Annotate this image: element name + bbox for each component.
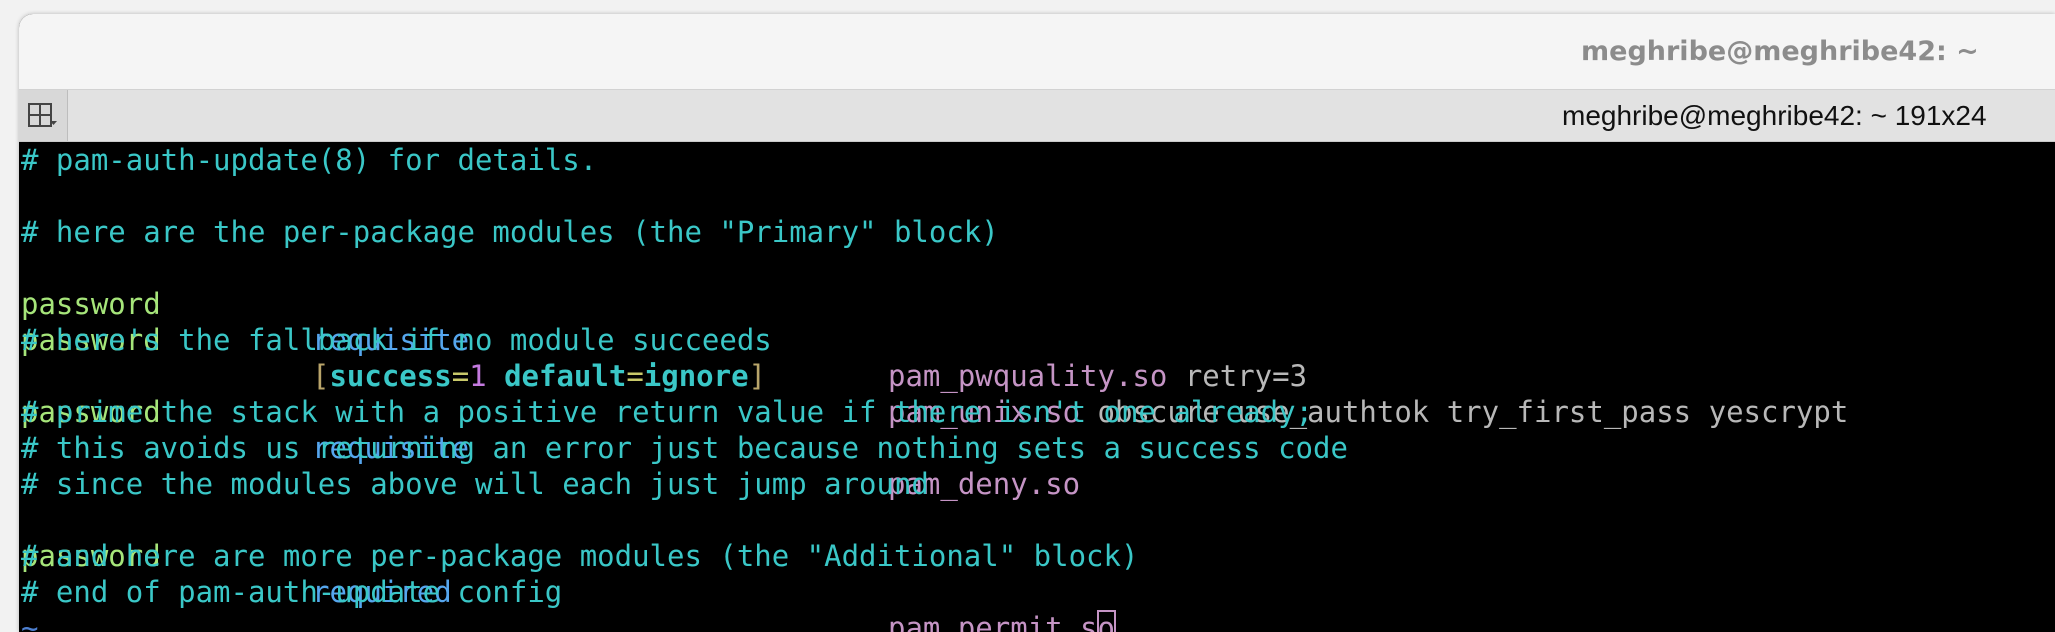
new-tab-button[interactable] [19, 90, 68, 141]
terminal-line: password required pam_permit.so [21, 502, 1117, 632]
empty-line-marker: ~ [21, 611, 39, 632]
tab-bar: meghribe@meghribe42: ~ 191x24 [19, 90, 2055, 142]
control-flag: [success=1 default=ignore] [312, 358, 766, 394]
terminal-window: meghribe@meghribe42: ~ meghribe@meghribe… [19, 14, 2055, 632]
equals-sign: = [451, 359, 470, 393]
window-titlebar[interactable]: meghribe@meghribe42: ~ [19, 14, 2055, 90]
module-name: pam_pwquality.so [888, 359, 1168, 393]
control-key: default [504, 359, 627, 393]
terminal-line: password requisite pam_pwquality.so retr… [21, 250, 1307, 393]
terminal-line: password requisite pam_deny.so [21, 358, 1080, 501]
terminal-line: # this avoids us returning an error just… [21, 431, 1348, 465]
module-name: pam_permit.s [888, 611, 1098, 632]
terminal-line: # end of pam-auth-update config [21, 575, 563, 609]
text-cursor: o [1096, 610, 1117, 632]
bracket-close: ] [748, 359, 767, 393]
terminal-content[interactable]: # pam-auth-update(8) for details. # here… [19, 142, 2055, 632]
terminal-line: # pam-auth-update(8) for details. [21, 143, 598, 177]
terminal-line: # since the modules above will each just… [21, 467, 929, 501]
module-args: retry=3 [1167, 359, 1308, 393]
control-value: ignore [643, 359, 749, 393]
control-value: 1 [469, 359, 487, 393]
terminal-line: # and here are more per-package modules … [21, 539, 1139, 573]
terminal-line: # here are the per-package modules (the … [21, 215, 999, 249]
window-title: meghribe@meghribe42: ~ [1581, 36, 1979, 67]
layout-icon [28, 103, 57, 127]
terminal-line: # here's the fallback if no module succe… [21, 323, 772, 357]
equals-sign: = [626, 359, 644, 393]
terminal-line: password [success=1 default=ignore] pam_… [21, 286, 1848, 429]
bracket-open: [ [312, 359, 330, 393]
control-key: success [329, 359, 452, 393]
tab-title[interactable]: meghribe@meghribe42: ~ 191x24 [1562, 100, 1987, 132]
module-spec: pam_permit.so [888, 610, 1117, 632]
module-spec: pam_pwquality.so retry=3 [888, 358, 1307, 394]
terminal-line: # prime the stack with a positive return… [21, 395, 1314, 429]
